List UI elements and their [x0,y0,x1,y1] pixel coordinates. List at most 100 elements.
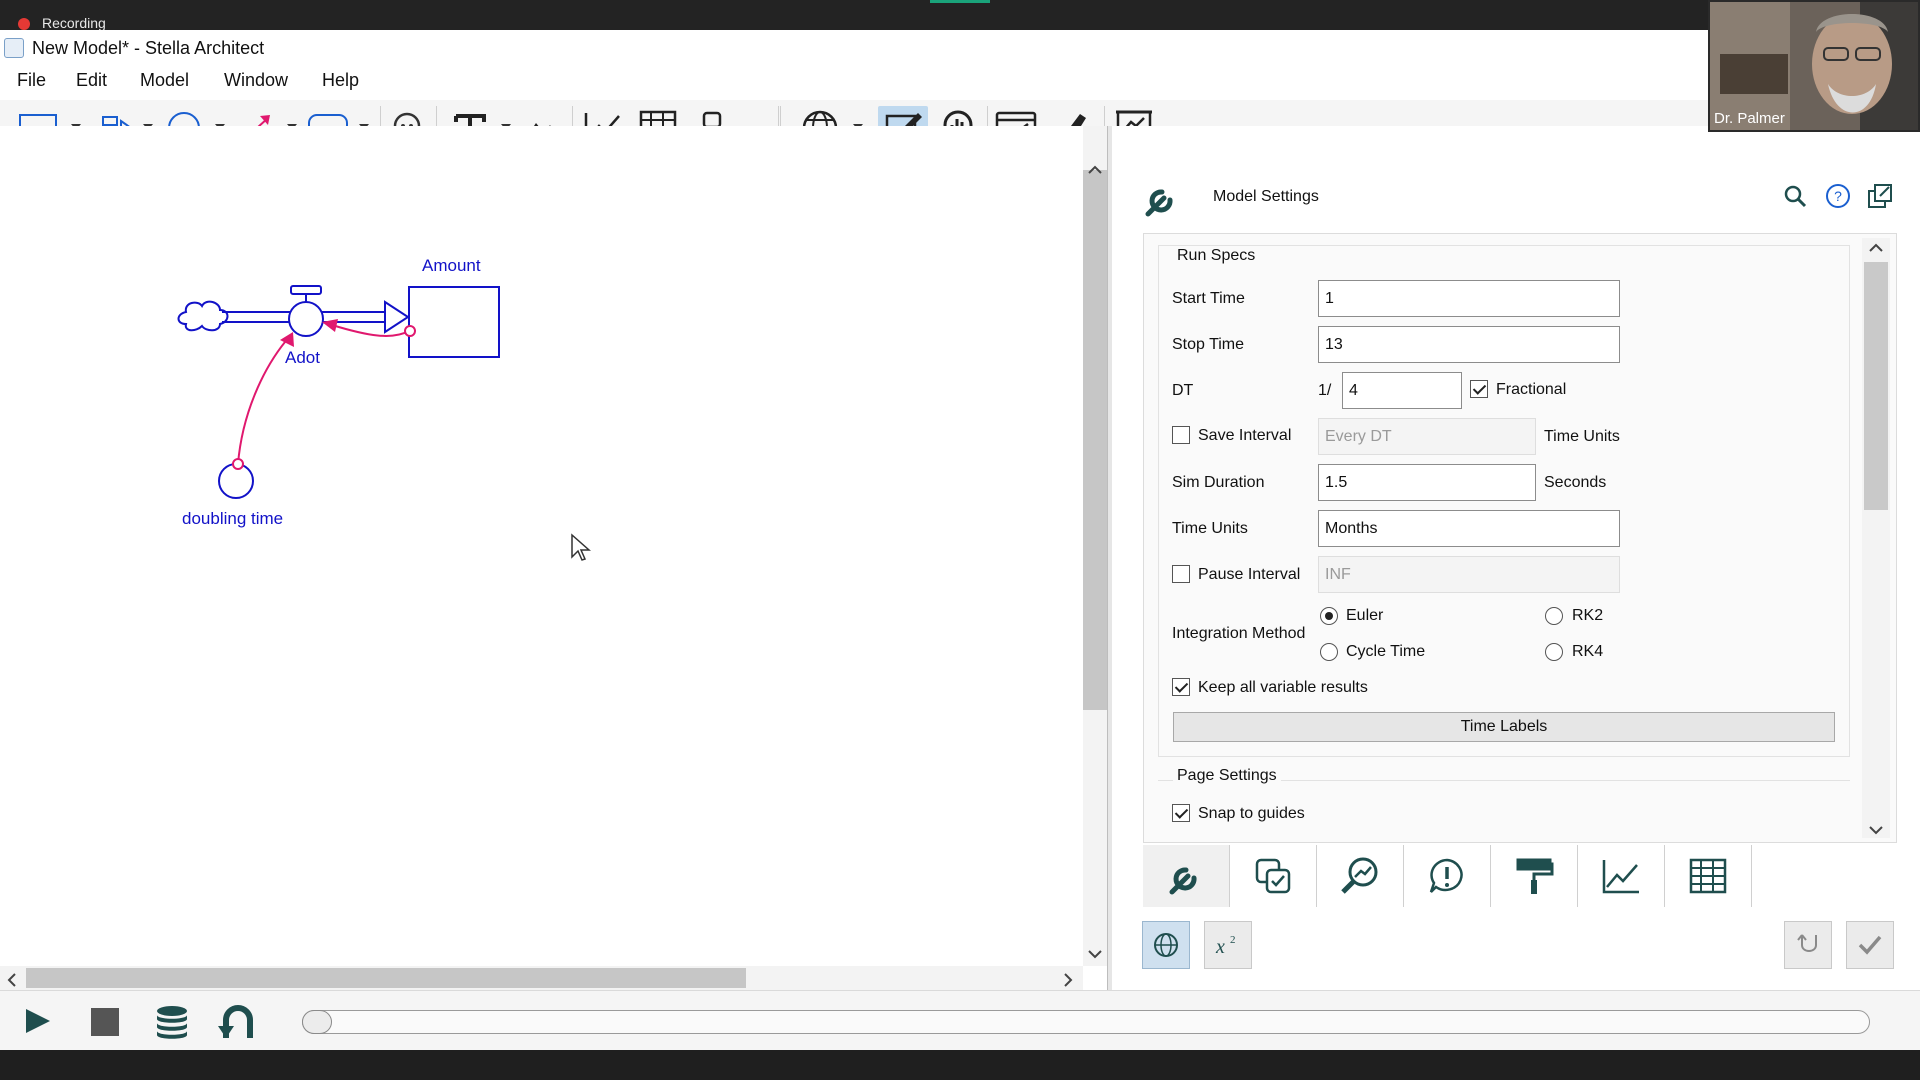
stella-app-icon [4,38,24,58]
table-icon [1689,858,1727,894]
recording-bar [0,0,1920,30]
dt-prefix: 1/ [1318,382,1332,399]
integration-rk4-label: RK4 [1572,643,1604,660]
webcam-name-label: Dr. Palmer [1714,110,1785,127]
connector-amount-adot [331,324,410,337]
wrench-icon [1145,189,1173,217]
fractional-checkbox[interactable] [1470,380,1488,398]
integration-cycle-time-radio[interactable] [1320,643,1338,661]
save-interval-label: Save Interval [1198,427,1292,444]
stop-time-field[interactable]: 13 [1318,326,1620,363]
connector-doubling-time-adot [237,335,291,465]
stock-label[interactable]: Amount [422,256,481,276]
scroll-up-icon[interactable] [1868,242,1884,254]
integration-euler-radio[interactable] [1320,607,1338,625]
help-icon[interactable]: ? [1825,183,1851,209]
sim-duration-field[interactable]: 1.5 [1318,464,1536,501]
save-interval-checkbox[interactable] [1172,426,1190,444]
panel-vertical-scroll-thumb[interactable] [1864,262,1888,510]
stock-flow-diagram [177,285,500,499]
integration-rk4-radio[interactable] [1545,643,1563,661]
meeting-tab-accent [930,0,990,3]
restore-icon[interactable] [218,1004,258,1040]
pause-interval-field[interactable]: INF [1318,556,1620,593]
time-units-label: Time Units [1172,520,1248,537]
menu-edit[interactable]: Edit [76,70,107,91]
tab-checklist[interactable] [1230,845,1317,907]
snap-to-guides-checkbox[interactable] [1172,804,1190,822]
scroll-down-icon[interactable] [1868,824,1884,836]
mouse-cursor-icon [571,533,591,561]
canvas-horizontal-scroll-thumb[interactable] [26,968,746,988]
scroll-down-icon[interactable] [1087,948,1103,960]
database-icon[interactable] [154,1004,190,1040]
keep-results-checkbox[interactable] [1172,678,1190,696]
tab-warnings[interactable] [1404,845,1491,907]
scroll-right-icon[interactable] [1062,972,1074,988]
menu-window[interactable]: Window [224,70,288,91]
magnifier-chart-icon [1341,857,1378,894]
window-title: New Model* - Stella Architect [32,38,265,58]
recording-dot-icon [18,18,30,30]
run-progress-slider[interactable] [302,1010,1870,1034]
equation-button[interactable]: x2 [1204,921,1252,969]
svg-text:x: x [1215,936,1225,958]
canvas-vertical-scroll-thumb[interactable] [1083,170,1107,710]
flow-label[interactable]: Adot [285,348,320,368]
play-icon[interactable] [22,1006,52,1036]
checkmark-icon [1858,935,1882,955]
tab-analyze[interactable] [1317,845,1404,907]
pause-interval-label: Pause Interval [1198,566,1301,583]
converter-label[interactable]: doubling time [182,509,283,529]
integration-method-label: Integration Method [1172,625,1306,642]
integration-rk2-radio[interactable] [1545,607,1563,625]
scroll-up-icon[interactable] [1087,164,1103,176]
start-time-field[interactable]: 1 [1318,280,1620,317]
save-interval-unit: Time Units [1544,428,1620,445]
pause-interval-checkbox[interactable] [1172,565,1190,583]
globe-scope-button[interactable] [1142,921,1190,969]
apply-button[interactable] [1846,921,1894,969]
fractional-label: Fractional [1496,381,1567,398]
time-labels-button[interactable]: Time Labels [1173,712,1835,742]
page-settings-title: Page Settings [1173,767,1281,785]
flow-arrowhead [384,300,410,334]
valve-cap [290,285,322,295]
graph-icon [1602,860,1639,894]
integration-cycle-time-label: Cycle Time [1346,643,1426,660]
search-icon[interactable] [1783,184,1807,208]
revert-button[interactable] [1784,921,1832,969]
x-squared-icon: x2 [1215,934,1236,958]
recording-label: Recording [42,15,106,31]
start-time-label: Start Time [1172,290,1245,307]
wrench-icon [1169,867,1197,895]
dt-field[interactable]: 4 [1342,372,1462,409]
svg-text:?: ? [1834,188,1842,204]
panel-title: Model Settings [1213,188,1319,205]
menu-file[interactable]: File [17,70,46,91]
checklist-icon [1255,858,1291,894]
panel-tab-bar [1143,845,1753,909]
scroll-left-icon[interactable] [6,972,18,988]
time-units-field[interactable]: Months [1318,510,1620,547]
keep-results-label: Keep all variable results [1198,679,1368,696]
tab-style[interactable] [1491,845,1578,907]
tab-model-settings[interactable] [1143,845,1230,907]
pop-out-icon[interactable] [1867,183,1893,209]
stop-icon[interactable] [90,1007,120,1037]
model-canvas[interactable]: Amount Adot doubling time [0,126,1083,966]
taskbar-strip [0,1050,1920,1080]
menu-help[interactable]: Help [322,70,359,91]
paint-roller-icon [1516,858,1554,894]
sim-duration-label: Sim Duration [1172,474,1265,491]
sim-duration-unit: Seconds [1544,474,1607,491]
flow-valve [288,301,324,337]
menu-bar: File Edit Model Window Help [0,64,1920,96]
run-progress-knob[interactable] [302,1010,332,1034]
tab-table[interactable] [1665,845,1752,907]
menu-model[interactable]: Model [140,70,189,91]
integration-rk2-label: RK2 [1572,607,1604,624]
tab-graph[interactable] [1578,845,1665,907]
save-interval-field[interactable]: Every DT [1318,418,1536,455]
undo-icon [1797,934,1817,952]
